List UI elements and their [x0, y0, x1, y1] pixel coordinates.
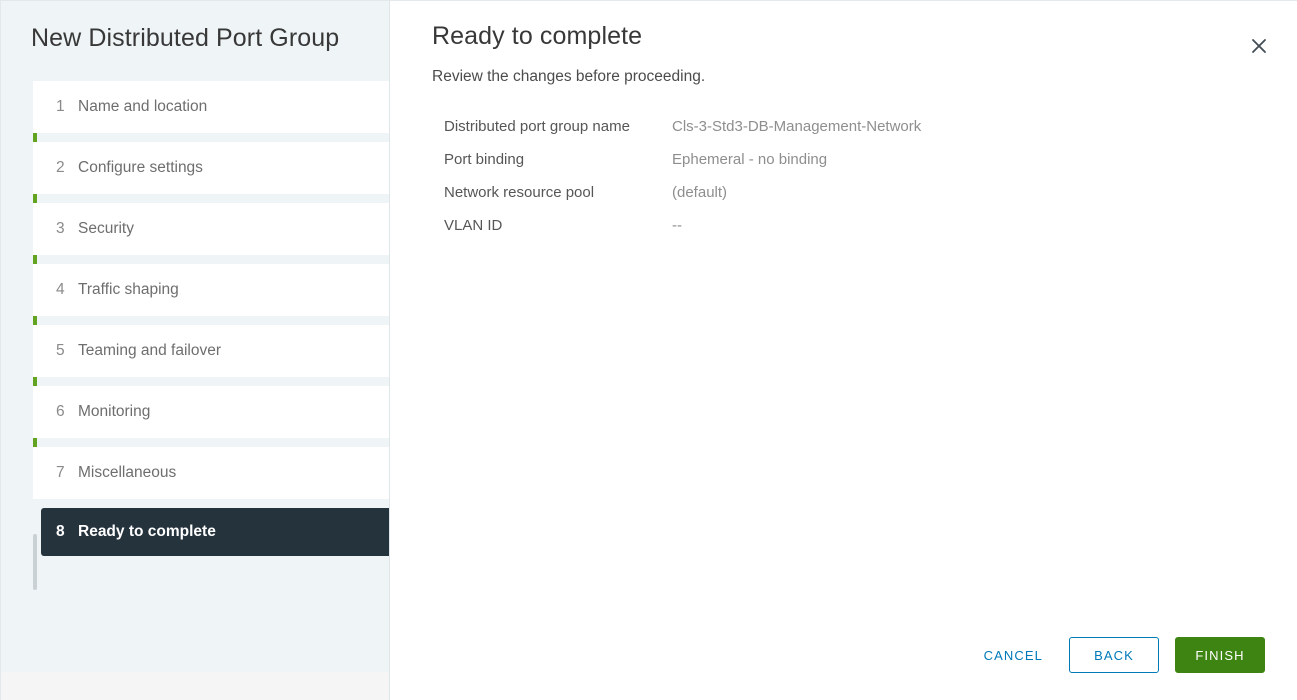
sidebar-item-name-and-location[interactable]: 1 Name and location	[33, 81, 389, 133]
step-label: Traffic shaping	[78, 281, 179, 298]
step-number: 6	[56, 403, 65, 420]
sidebar-item-teaming-and-failover[interactable]: 5 Teaming and failover	[33, 325, 389, 377]
step-label: Miscellaneous	[78, 464, 177, 481]
sidebar-item-security[interactable]: 3 Security	[33, 203, 389, 255]
step-number: 4	[56, 281, 65, 298]
summary-row: VLAN ID --	[444, 215, 1277, 236]
step-number: 2	[56, 159, 65, 176]
sidebar-item-miscellaneous[interactable]: 7 Miscellaneous	[33, 447, 389, 499]
step-number: 3	[56, 220, 65, 237]
step-label: Name and location	[78, 98, 208, 115]
summary-key: Port binding	[444, 151, 525, 168]
close-icon	[1249, 36, 1269, 59]
page-title: Ready to complete	[432, 22, 643, 50]
step-number: 5	[56, 342, 65, 359]
summary-value: Ephemeral - no binding	[672, 151, 828, 168]
sidebar-item-ready-to-complete[interactable]: 8 Ready to complete	[41, 508, 389, 556]
summary-value: Cls-3-Std3-DB-Management-Network	[672, 118, 922, 135]
summary-row: Distributed port group name Cls-3-Std3-D…	[444, 116, 1277, 137]
page-subtitle: Review the changes before proceeding.	[432, 68, 706, 85]
cancel-button[interactable]: CANCEL	[974, 637, 1053, 673]
step-number: 7	[56, 464, 65, 481]
finish-button[interactable]: FINISH	[1175, 637, 1265, 673]
summary-value: (default)	[672, 184, 728, 201]
wizard-title: New Distributed Port Group	[31, 24, 340, 52]
wizard-footer: CANCEL BACK FINISH	[974, 637, 1265, 673]
summary-table: Distributed port group name Cls-3-Std3-D…	[444, 116, 1277, 236]
sidebar-bottom-strip	[1, 672, 389, 700]
sidebar-item-configure-settings[interactable]: 2 Configure settings	[33, 142, 389, 194]
back-button[interactable]: BACK	[1069, 637, 1159, 673]
wizard-main-panel: Ready to complete Review the changes bef…	[390, 1, 1297, 700]
wizard-step-list: 1 Name and location 2 Configure settings…	[1, 81, 389, 590]
summary-value: --	[672, 217, 682, 234]
summary-row: Network resource pool (default)	[444, 182, 1277, 203]
step-label: Teaming and failover	[78, 342, 222, 359]
sidebar-item-monitoring[interactable]: 6 Monitoring	[33, 386, 389, 438]
step-number: 8	[56, 523, 65, 540]
step-label: Security	[78, 220, 134, 237]
summary-key: Distributed port group name	[444, 118, 630, 135]
close-button[interactable]	[1243, 31, 1275, 63]
step-number: 1	[56, 98, 65, 115]
step-label: Ready to complete	[78, 523, 216, 540]
step-label: Monitoring	[78, 403, 151, 420]
wizard-sidebar: New Distributed Port Group 1 Name and lo…	[1, 1, 390, 700]
summary-row: Port binding Ephemeral - no binding	[444, 149, 1277, 170]
sidebar-item-traffic-shaping[interactable]: 4 Traffic shaping	[33, 264, 389, 316]
summary-key: Network resource pool	[444, 184, 595, 201]
summary-key: VLAN ID	[444, 217, 503, 234]
active-step-rail	[33, 534, 37, 590]
new-distributed-port-group-wizard: New Distributed Port Group 1 Name and lo…	[0, 0, 1297, 700]
step-label: Configure settings	[78, 159, 203, 176]
